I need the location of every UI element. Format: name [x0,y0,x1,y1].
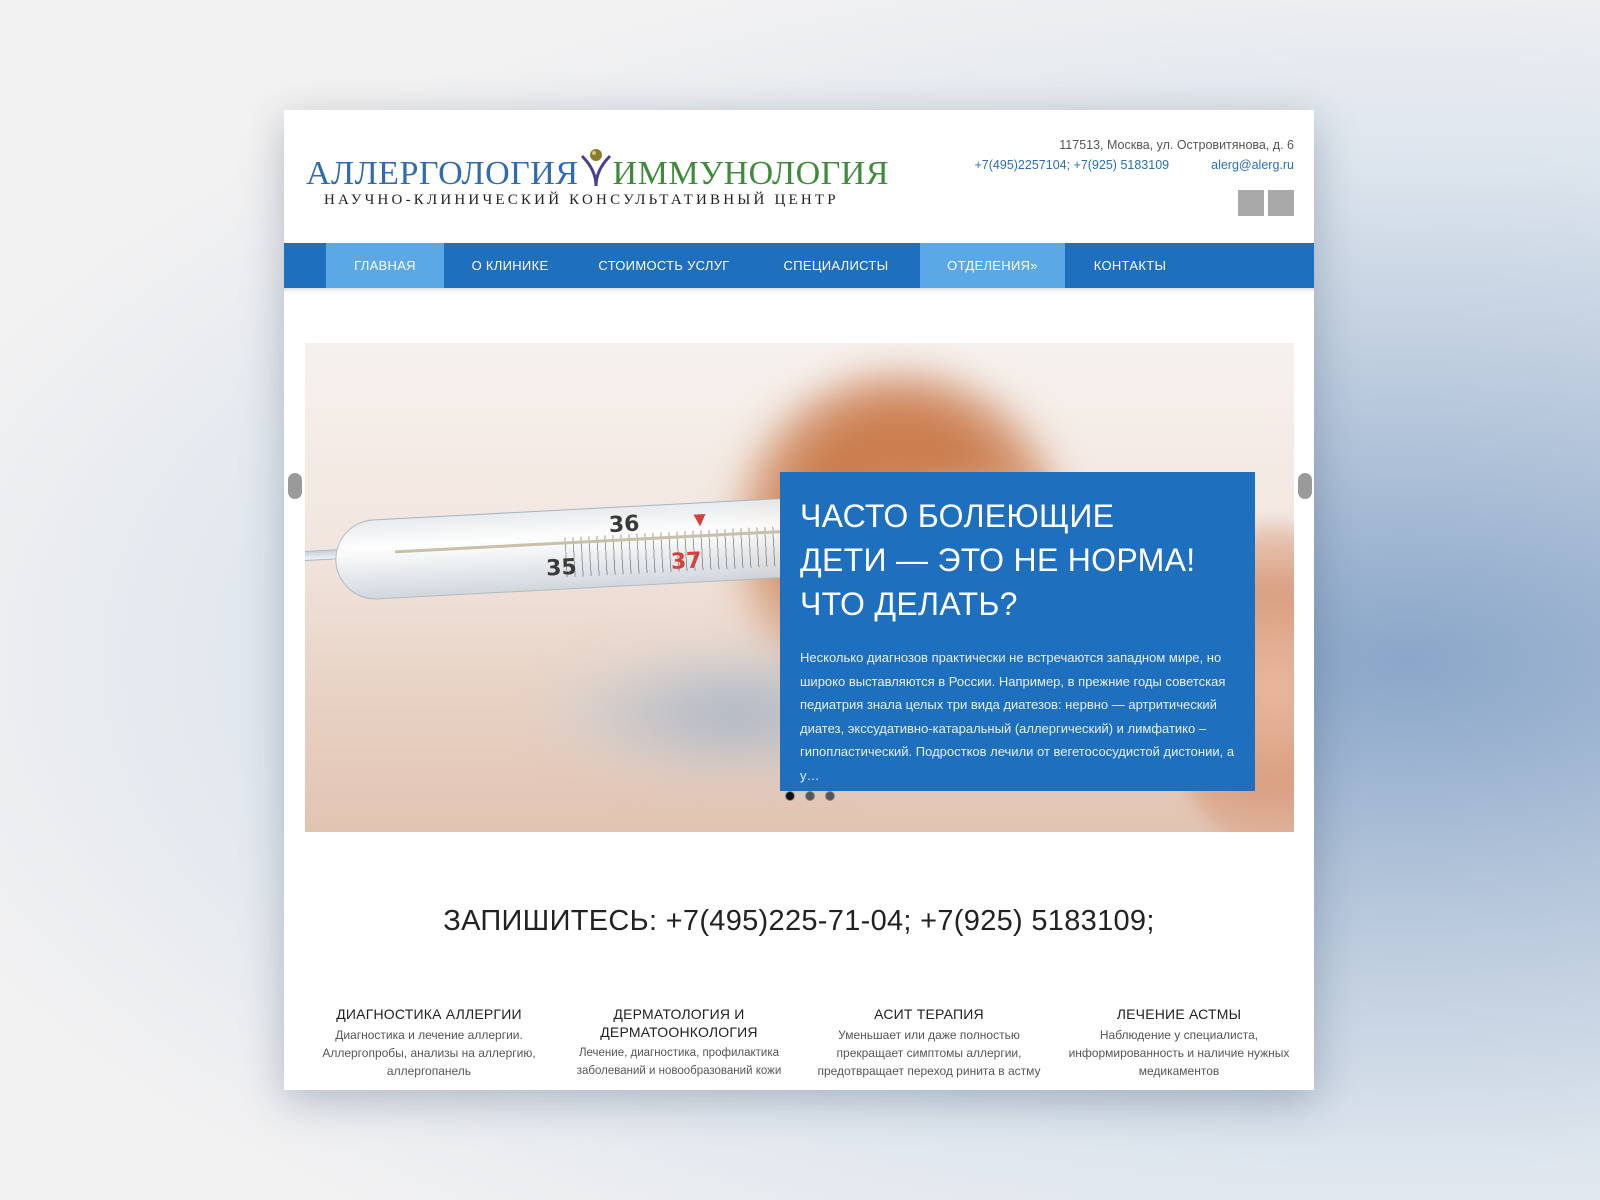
site-logo[interactable]: АЛЛЕРГОЛОГИЯ ИММУНОЛОГИЯ НАУЧНО-КЛИНИЧЕС… [306,134,889,214]
service-title[interactable]: АСИТ ТЕРАПИЯ [814,1005,1044,1023]
header-contacts: 117513, Москва, ул. Островитянова, д. 6 … [975,138,1295,172]
slide-title-line: ЧТО ДЕЛАТЬ? [800,586,1018,622]
service-title[interactable]: ДИАГНОСТИКА АЛЛЕРГИИ [314,1005,544,1023]
main-nav: ГЛАВНАЯ О КЛИНИКЕ СТОИМОСТЬ УСЛУГ СПЕЦИА… [284,243,1314,288]
nav-item-prices[interactable]: СТОИМОСТЬ УСЛУГ [576,243,752,288]
nav-item-contacts[interactable]: КОНТАКТЫ [1065,243,1195,288]
logo-figure-icon [580,149,611,187]
logo-right-text: ИММУНОЛОГИЯ [612,155,890,192]
nav-item-home[interactable]: ГЛАВНАЯ [326,243,444,288]
thermo-label-37: 37 [670,548,703,575]
slider-dot[interactable] [785,791,795,801]
nav-item-departments[interactable]: ОТДЕЛЕНИЯ» [920,243,1065,288]
service-item[interactable]: ДЕРМАТОЛОГИЯ И ДЕРМАТООНКОЛОГИЯ Лечение,… [564,1005,794,1080]
slide-text: Несколько диагнозов практически не встре… [800,650,1235,783]
logo-subtitle: НАУЧНО-КЛИНИЧЕСКИЙ КОНСУЛЬТАТИВНЫЙ ЦЕНТР [324,192,839,208]
slider-dot[interactable] [805,791,815,801]
service-title[interactable]: ДЕРМАТОЛОГИЯ И ДЕРМАТООНКОЛОГИЯ [564,1005,794,1041]
hero-slider: 36 35 37 ЧАСТО БОЛЕЮЩИЕ ДЕТИ — ЭТО НЕ НО… [305,343,1294,832]
service-item[interactable]: ДИАГНОСТИКА АЛЛЕРГИИ Диагностика и лечен… [314,1005,544,1080]
logo-left-text: АЛЛЕРГОЛОГИЯ [306,155,579,192]
thermometer-image: 36 35 37 [305,479,827,616]
slide-caption[interactable]: ЧАСТО БОЛЕЮЩИЕ ДЕТИ — ЭТО НЕ НОРМА! ЧТО … [780,472,1255,791]
address-text: 117513, Москва, ул. Островитянова, д. 6 [1059,138,1294,152]
phone-link[interactable]: +7(495)2257104; +7(925) 5183109 [975,158,1170,172]
thermo-label-35: 35 [545,554,578,582]
thermo-label-36: 36 [608,511,641,539]
social-icons [1238,190,1294,216]
nav-item-about[interactable]: О КЛИНИКЕ [444,243,576,288]
service-text: Наблюдение у специалиста, информированно… [1068,1028,1290,1078]
slider-dot[interactable] [825,791,835,801]
slider-pagination [785,791,835,801]
service-text: Лечение, диагностика, профилактика забол… [576,1047,782,1077]
slide-title: ЧАСТО БОЛЕЮЩИЕ ДЕТИ — ЭТО НЕ НОРМА! ЧТО … [800,494,1235,626]
nav-item-specialists[interactable]: СПЕЦИАЛИСТЫ [752,243,920,288]
slider-prev-arrow-icon[interactable] [288,473,302,499]
service-title[interactable]: ЛЕЧЕНИЕ АСТМЫ [1064,1005,1294,1023]
social-icon[interactable] [1268,190,1294,216]
service-item[interactable]: ЛЕЧЕНИЕ АСТМЫ Наблюдение у специалиста, … [1064,1005,1294,1080]
thermo-marker-icon [693,514,707,527]
slide-title-line: ДЕТИ — ЭТО НЕ НОРМА! [800,542,1196,578]
social-icon[interactable] [1238,190,1264,216]
service-item[interactable]: АСИТ ТЕРАПИЯ Уменьшает или даже полность… [814,1005,1044,1080]
slide-title-line: ЧАСТО БОЛЕЮЩИЕ [800,498,1115,534]
service-text: Диагностика и лечение аллергии. Аллергоп… [322,1028,536,1078]
booking-call-to-action: ЗАПИШИТЕСЬ: +7(495)225-71-04; +7(925) 51… [443,905,1155,937]
service-text: Уменьшает или даже полностью прекращает … [817,1028,1041,1078]
slider-next-arrow-icon[interactable] [1298,473,1312,499]
logo-title: АЛЛЕРГОЛОГИЯ ИММУНОЛОГИЯ [306,148,889,193]
site-page: АЛЛЕРГОЛОГИЯ ИММУНОЛОГИЯ НАУЧНО-КЛИНИЧЕС… [284,110,1314,1090]
email-link[interactable]: alerg@alerg.ru [1211,158,1294,172]
services-list: ДИАГНОСТИКА АЛЛЕРГИИ Диагностика и лечен… [314,1005,1294,1080]
